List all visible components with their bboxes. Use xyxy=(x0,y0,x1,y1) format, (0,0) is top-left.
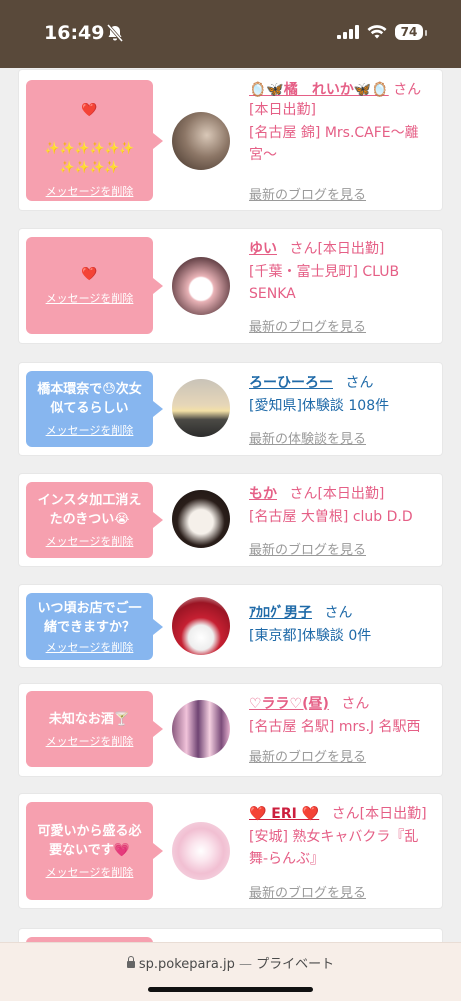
battery-indicator: 74 xyxy=(395,24,427,40)
latest-blog-link[interactable]: 最新のブログを見る xyxy=(249,746,366,765)
sender-name-link[interactable]: 🪞🦋橘 れいか🦋🪞 xyxy=(249,82,389,98)
avatar[interactable] xyxy=(172,597,230,655)
message-text: いつ頃お店でご一緒できますか？ xyxy=(37,600,142,635)
latest-review-link[interactable]: 最新の体験談を見る xyxy=(249,428,366,447)
latest-blog-link[interactable]: 最新のブログを見る xyxy=(249,882,366,901)
sender-info: ろーひーろー さん [愛知県]体験談 108件 xyxy=(249,373,434,417)
attendance-status: [本日出勤] xyxy=(249,102,316,118)
silent-bell-icon xyxy=(106,24,124,42)
shop-name: [名古屋 名駅] mrs.J 名駅西 xyxy=(249,719,421,735)
avatar[interactable] xyxy=(172,822,230,880)
honorific: さん xyxy=(341,696,370,712)
honorific: さん xyxy=(345,375,374,391)
message-card: 未知なお酒🍸 メッセージを削除 ♡ララ♡(昼) さん [名古屋 名駅] mrs.… xyxy=(19,684,442,776)
honorific: さん xyxy=(289,486,318,502)
message-text: 未知なお酒🍸 xyxy=(48,711,131,727)
message-bubble: 未知なお酒🍸 メッセージを削除 xyxy=(26,691,163,767)
delete-message-link[interactable]: メッセージを削除 xyxy=(46,290,134,306)
message-card xyxy=(19,929,442,942)
delete-message-link[interactable]: メッセージを削除 xyxy=(46,533,134,549)
avatar[interactable] xyxy=(172,257,230,315)
latest-blog-link[interactable]: 最新のブログを見る xyxy=(249,316,366,335)
message-bubble: 橋本環奈で😓次女似てるらしい メッセージを削除 xyxy=(26,371,163,447)
delete-message-link[interactable]: メッセージを削除 xyxy=(46,733,134,749)
attendance-status: [本日出勤] xyxy=(317,486,385,502)
url-separator: — xyxy=(234,957,257,972)
sender-name-link[interactable]: ろーひーろー xyxy=(249,375,333,391)
attendance-status: [本日出勤] xyxy=(359,806,427,822)
latest-blog-link[interactable]: 最新のブログを見る xyxy=(249,184,366,203)
message-text: 可愛いから盛る必要ないです💗 xyxy=(37,824,142,858)
shop-review-count: [東京都]体験談 0件 xyxy=(249,628,372,644)
message-card: 橋本環奈で😓次女似てるらしい メッセージを削除 ろーひーろー さん [愛知県]体… xyxy=(19,363,442,455)
message-text: インスタ加工消えたのきつい😭 xyxy=(37,493,142,527)
sender-info: ❤️ ERI ❤️ さん[本日出勤] [安城] 熟女キャバクラ『乱舞-らんぶ』 xyxy=(249,804,434,870)
message-card: ❤️ メッセージを削除 ゆい さん[本日出勤] [千葉・富士見町] CLUB S… xyxy=(19,229,442,343)
shop-name: [名古屋 大曽根] club D.D xyxy=(249,509,413,525)
shop-name: [安城] 熟女キャバクラ『乱舞-らんぶ』 xyxy=(249,829,419,867)
cellular-signal-icon xyxy=(337,25,359,39)
delete-message-link[interactable]: メッセージを削除 xyxy=(46,639,134,655)
sender-name-link[interactable]: ｱｶﾛｸﾞ男子 xyxy=(249,605,312,621)
attendance-status: [本日出勤] xyxy=(317,241,385,257)
browser-url-bar[interactable]: sp.pokepara.jp — プライベート xyxy=(0,942,461,1001)
shop-review-count: [愛知県]体験談 108件 xyxy=(249,398,390,414)
message-heart: ❤️ xyxy=(81,103,98,118)
shop-name: [千葉・富士見町] CLUB SENKA xyxy=(249,264,400,302)
sender-info: ｱｶﾛｸﾞ男子 さん [東京都]体験談 0件 xyxy=(249,603,434,647)
status-bar: 16:49 74 xyxy=(0,0,461,68)
url-domain: sp.pokepara.jp xyxy=(138,957,235,972)
delete-message-link[interactable]: メッセージを削除 xyxy=(46,864,134,880)
sender-name-link[interactable]: ゆい xyxy=(249,241,277,257)
message-text: 橋本環奈で😓次女似てるらしい xyxy=(37,382,142,416)
private-mode-label: プライベート xyxy=(256,957,335,972)
honorific: さん xyxy=(324,605,353,621)
message-bubble: 可愛いから盛る必要ないです💗 メッセージを削除 xyxy=(26,802,163,900)
message-card: インスタ加工消えたのきつい😭 メッセージを削除 もか さん[本日出勤] [名古屋… xyxy=(19,474,442,566)
shop-name: [名古屋 錦] Mrs.CAFE〜離宮〜 xyxy=(249,125,419,163)
sender-info: もか さん[本日出勤] [名古屋 大曽根] club D.D xyxy=(249,484,434,528)
latest-blog-link[interactable]: 最新のブログを見る xyxy=(249,539,366,558)
sender-info: 🪞🦋橘 れいか🦋🪞 さん [本日出勤] [名古屋 錦] Mrs.CAFE〜離宮〜 xyxy=(249,80,434,166)
sender-name-link[interactable]: ♡ララ♡(昼) xyxy=(249,696,329,712)
sender-name-link[interactable]: もか xyxy=(249,486,277,502)
status-time: 16:49 xyxy=(44,22,105,44)
avatar[interactable] xyxy=(172,112,230,170)
honorific: さん xyxy=(393,82,422,98)
lock-icon xyxy=(126,956,135,968)
sender-info: ♡ララ♡(昼) さん [名古屋 名駅] mrs.J 名駅西 xyxy=(249,694,434,738)
delete-message-link[interactable]: メッセージを削除 xyxy=(46,422,134,438)
message-sparkles: ✨✨✨✨✨✨ ✨✨✨✨ xyxy=(44,141,135,174)
wifi-icon xyxy=(367,24,387,38)
message-bubble: インスタ加工消えたのきつい😭 メッセージを削除 xyxy=(26,482,163,558)
delete-message-link[interactable]: メッセージを削除 xyxy=(46,183,134,199)
message-text: ❤️ xyxy=(81,267,98,282)
message-card: ❤️ ✨✨✨✨✨✨ ✨✨✨✨ メッセージを削除 🪞🦋橘 れいか🦋🪞 さん [本日出… xyxy=(19,70,442,210)
message-feed: ❤️ ✨✨✨✨✨✨ ✨✨✨✨ メッセージを削除 🪞🦋橘 れいか🦋🪞 さん[本日出… xyxy=(0,68,461,942)
home-indicator[interactable] xyxy=(148,987,313,992)
avatar[interactable] xyxy=(172,700,230,758)
message-card: いつ頃お店でご一緒できますか？ メッセージを削除 ｱｶﾛｸﾞ男子 さん [東京都… xyxy=(19,585,442,667)
sender-info: ゆい さん[本日出勤] [千葉・富士見町] CLUB SENKA xyxy=(249,239,434,305)
message-bubble: ❤️ ✨✨✨✨✨✨ ✨✨✨✨ メッセージを削除 xyxy=(26,80,163,201)
message-text: ❤️ ✨✨✨✨✨✨ ✨✨✨✨ xyxy=(45,82,135,177)
message-bubble: ❤️ メッセージを削除 xyxy=(26,237,163,334)
honorific: さん xyxy=(331,806,360,822)
avatar[interactable] xyxy=(172,490,230,548)
message-card: 可愛いから盛る必要ないです💗 メッセージを削除 ❤️ ERI ❤️ さん[本日出… xyxy=(19,794,442,908)
honorific: さん xyxy=(289,241,318,257)
sender-name-link[interactable]: ❤️ ERI ❤️ xyxy=(249,806,319,822)
avatar[interactable] xyxy=(172,379,230,437)
message-bubble: いつ頃お店でご一緒できますか？ メッセージを削除 xyxy=(26,593,163,660)
